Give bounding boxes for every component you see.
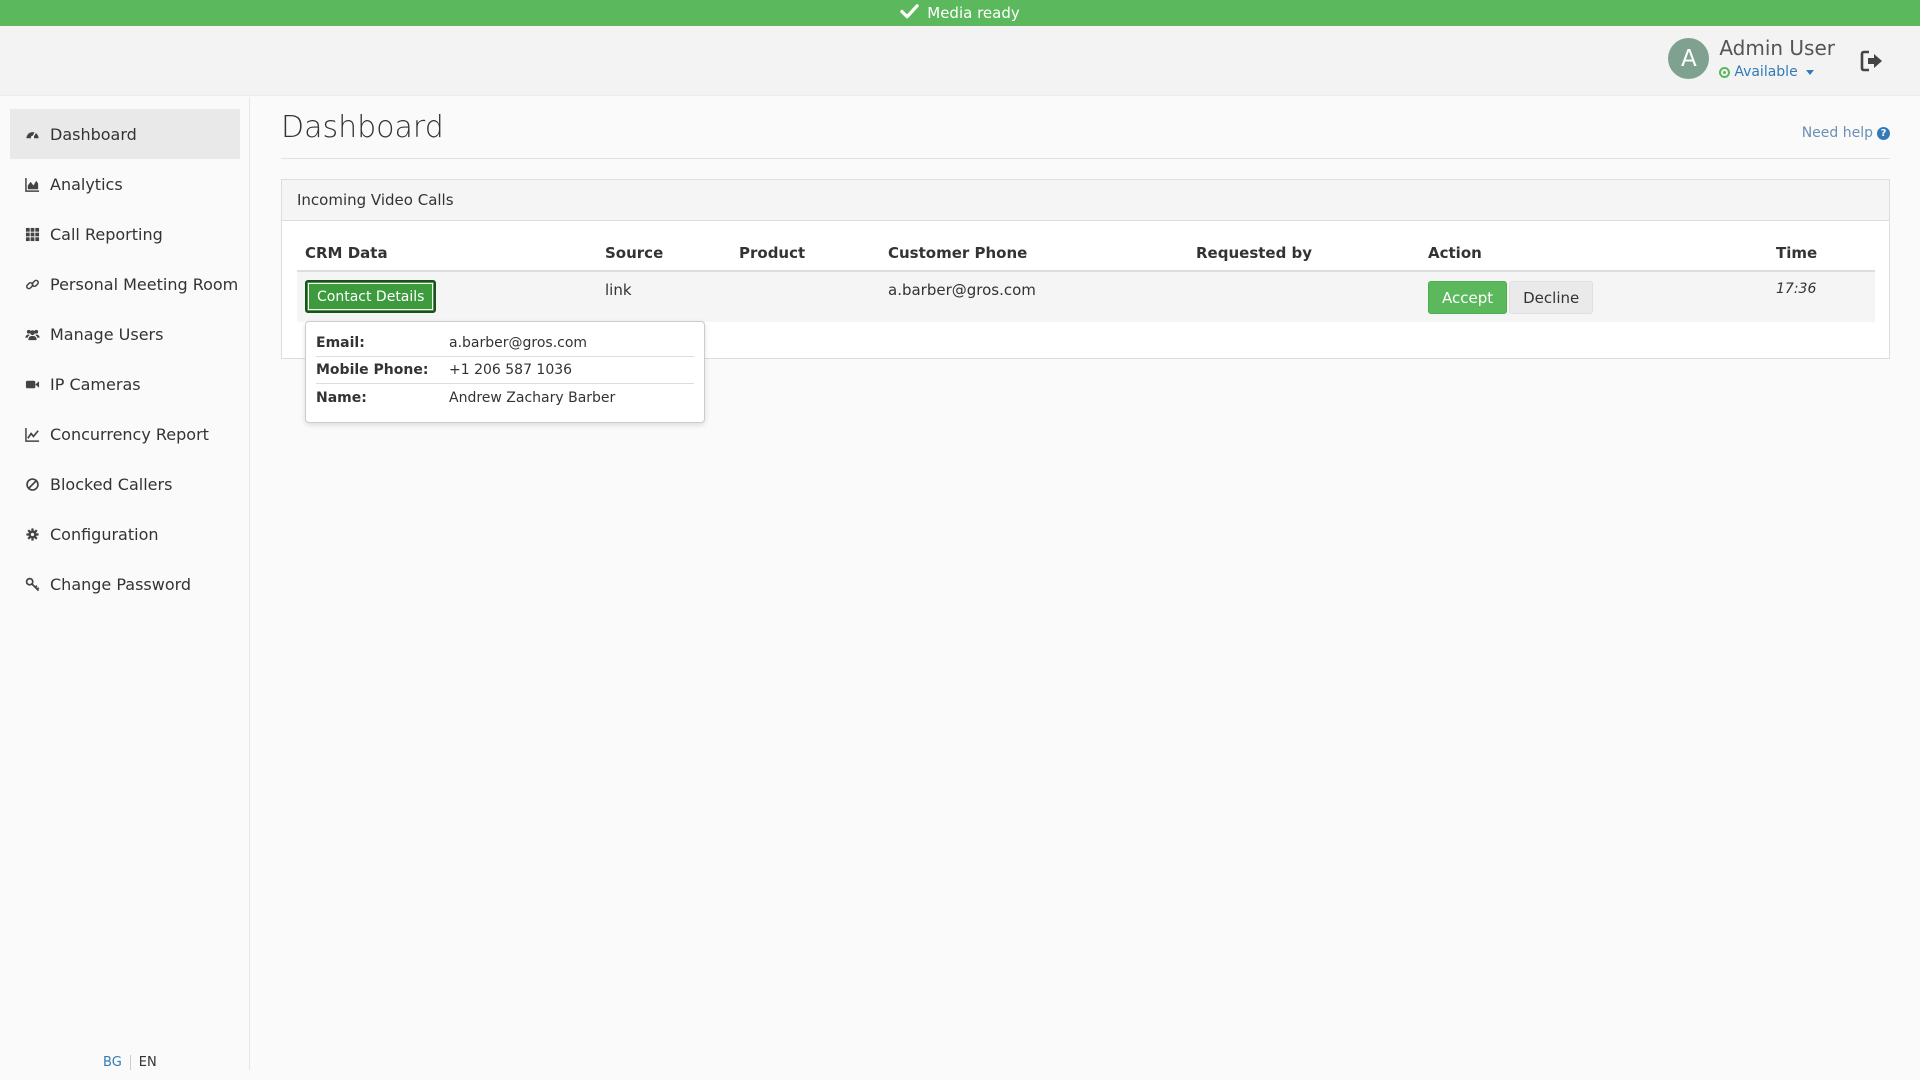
user-name: Admin User xyxy=(1719,36,1835,60)
sidebar: Dashboard Analytics Call Reporting Perso… xyxy=(0,97,250,1070)
app-header: A Admin User Available xyxy=(0,26,1920,96)
column-header: Time xyxy=(1768,236,1875,272)
sidebar-item-label: Personal Meeting Room xyxy=(50,274,239,294)
product-cell xyxy=(731,271,880,322)
need-help-label: Need help xyxy=(1801,125,1873,141)
grid-icon xyxy=(24,226,40,242)
sidebar-item-label: IP Cameras xyxy=(50,374,141,394)
column-header: CRM Data xyxy=(297,236,597,272)
caret-down-icon xyxy=(1805,69,1814,75)
popover-value: Andrew Zachary Barber xyxy=(449,389,616,406)
sidebar-item-label: Dashboard xyxy=(50,124,137,144)
key-icon xyxy=(24,576,40,592)
table-header-row: CRM Data Source Product Customer Phone R… xyxy=(297,236,1875,272)
column-header: Customer Phone xyxy=(880,236,1188,272)
popover-row: Mobile Phone: +1 206 587 1036 xyxy=(316,357,694,384)
popover-label: Name: xyxy=(316,389,367,406)
action-cell: Accept Decline xyxy=(1420,271,1768,322)
user-menu[interactable]: A Admin User Available xyxy=(1668,36,1835,81)
sidebar-item-ip-cameras[interactable]: IP Cameras xyxy=(10,359,240,409)
popover-value: +1 206 587 1036 xyxy=(449,362,573,378)
link-icon xyxy=(24,276,40,292)
avatar[interactable]: A xyxy=(1668,38,1710,79)
table-row: Contact Details link a.barber@gros.com A… xyxy=(297,271,1875,322)
contact-details-popover: Email: a.barber@gros.com Mobile Phone: +… xyxy=(305,321,705,423)
popover-label: Email: xyxy=(316,335,365,351)
column-header: Action xyxy=(1420,236,1768,272)
need-help-link[interactable]: Need help ? xyxy=(1802,125,1890,141)
incoming-calls-table: CRM Data Source Product Customer Phone R… xyxy=(297,236,1875,322)
time-cell: 17:36 xyxy=(1768,271,1875,322)
area-chart-icon xyxy=(24,176,40,192)
popover-value: a.barber@gros.com xyxy=(449,335,588,351)
column-header: Source xyxy=(597,236,731,272)
sidebar-item-label: Blocked Callers xyxy=(50,474,173,494)
panel-heading: Incoming Video Calls xyxy=(282,180,1889,221)
sidebar-item-call-reporting[interactable]: Call Reporting xyxy=(10,209,240,259)
sidebar-item-manage-users[interactable]: Manage Users xyxy=(10,309,240,359)
question-circle-icon: ? xyxy=(1877,126,1890,140)
crm-data-cell: Contact Details xyxy=(297,271,597,322)
sidebar-item-analytics[interactable]: Analytics xyxy=(10,159,240,209)
sidebar-item-label: Manage Users xyxy=(50,324,164,344)
accept-button[interactable]: Accept xyxy=(1428,281,1508,314)
sidebar-item-change-password[interactable]: Change Password xyxy=(10,559,240,609)
sidebar-item-blocked-callers[interactable]: Blocked Callers xyxy=(10,459,240,509)
sidebar-item-personal-meeting-room[interactable]: Personal Meeting Room xyxy=(10,259,240,309)
ban-icon xyxy=(24,476,40,492)
status-label: Available xyxy=(1734,64,1798,80)
sign-out-icon xyxy=(1860,50,1882,72)
popover-row: Email: a.barber@gros.com xyxy=(316,330,694,357)
line-chart-icon xyxy=(24,426,40,442)
contact-details-button[interactable]: Contact Details xyxy=(305,280,437,313)
column-header: Requested by xyxy=(1188,236,1420,272)
sidebar-item-configuration[interactable]: Configuration xyxy=(10,509,240,559)
main-content: Dashboard Need help ? Incoming Video Cal… xyxy=(281,97,1890,359)
sidebar-item-label: Configuration xyxy=(50,524,159,544)
sidebar-item-label: Call Reporting xyxy=(50,224,163,244)
sidebar-item-label: Analytics xyxy=(50,174,123,194)
column-header: Product xyxy=(731,236,880,272)
page-title: Dashboard xyxy=(281,97,1890,159)
dashboard-icon xyxy=(24,126,40,142)
language-switcher: BG EN xyxy=(95,1055,165,1070)
sidebar-item-label: Concurrency Report xyxy=(50,424,209,444)
check-icon xyxy=(900,2,919,25)
customer-phone-cell: a.barber@gros.com xyxy=(880,271,1188,322)
video-camera-icon xyxy=(24,376,40,392)
gear-icon xyxy=(24,526,40,542)
language-bg-link[interactable]: BG xyxy=(95,1055,131,1070)
notification-text: Media ready xyxy=(927,4,1020,22)
decline-button[interactable]: Decline xyxy=(1509,281,1594,314)
users-icon xyxy=(24,326,40,342)
popover-label: Mobile Phone: xyxy=(316,362,429,378)
status-dropdown[interactable]: Available xyxy=(1719,63,1835,81)
logout-button[interactable] xyxy=(1859,48,1885,74)
sidebar-item-concurrency-report[interactable]: Concurrency Report xyxy=(10,409,240,459)
source-cell: link xyxy=(597,271,731,322)
requested-by-cell xyxy=(1188,271,1420,322)
sidebar-nav: Dashboard Analytics Call Reporting Perso… xyxy=(0,97,249,609)
popover-row: Name: Andrew Zachary Barber xyxy=(316,384,694,411)
language-en-link[interactable]: EN xyxy=(131,1055,165,1070)
status-online-icon xyxy=(1719,66,1731,78)
notification-bar: Media ready xyxy=(0,0,1920,26)
sidebar-item-dashboard[interactable]: Dashboard xyxy=(10,109,240,159)
sidebar-item-label: Change Password xyxy=(50,574,192,594)
